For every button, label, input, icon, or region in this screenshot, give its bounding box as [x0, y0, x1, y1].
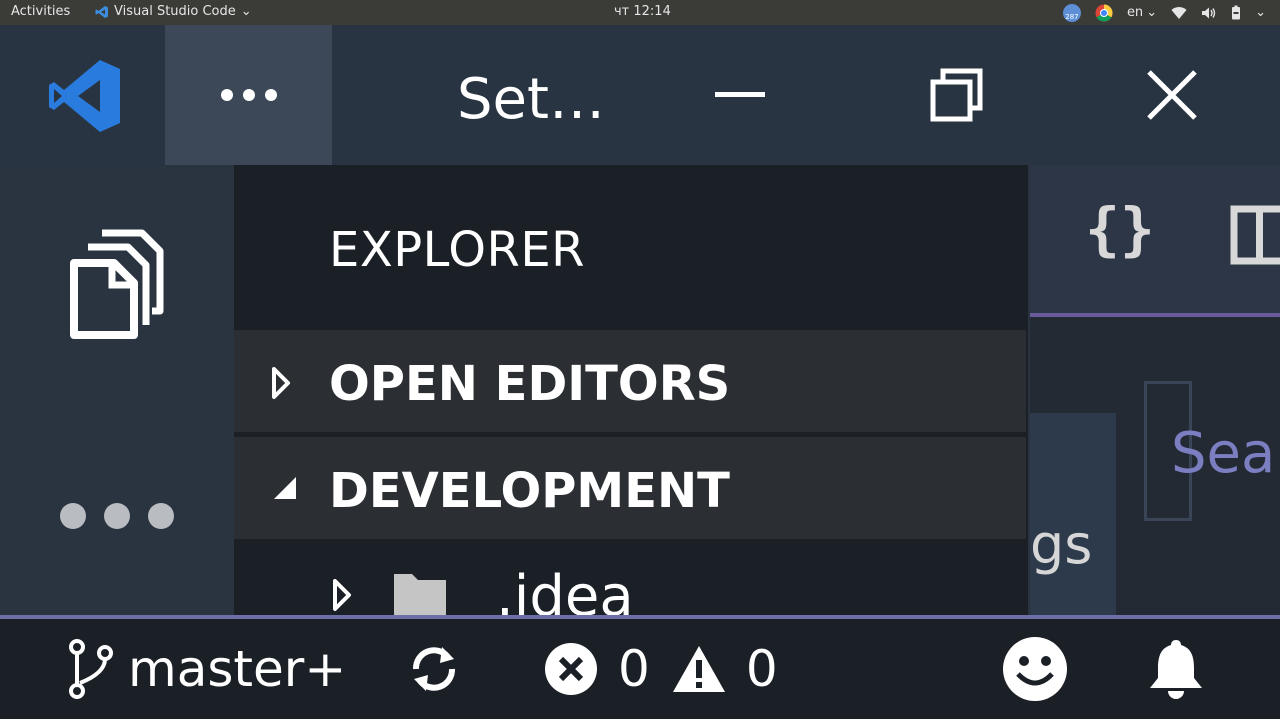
folder-icon [394, 574, 446, 615]
git-branch-label: master+ [128, 640, 347, 698]
vscode-small-icon [95, 5, 108, 18]
restore-icon [930, 68, 983, 122]
git-branch-button[interactable]: master+ [68, 619, 346, 719]
smiley-icon [1003, 637, 1067, 701]
split-editor-icon[interactable] [1230, 205, 1280, 265]
error-count: 0 [618, 640, 650, 698]
warning-icon [672, 646, 725, 692]
clock[interactable]: чт 12:14 [614, 4, 671, 19]
activities-button[interactable]: Activities [11, 4, 70, 19]
chrome-icon[interactable] [1095, 3, 1113, 22]
chevron-expanded-icon [274, 477, 296, 499]
settings-search-placeholder: Sear [1171, 421, 1280, 486]
error-icon [545, 643, 597, 695]
chevron-down-icon: ⌄ [1146, 5, 1158, 20]
section-label: OPEN EDITORS [329, 356, 731, 412]
vscode-logo-icon [49, 60, 120, 132]
language-label: en [1126, 5, 1144, 20]
close-icon [1147, 70, 1197, 120]
explorer-sidebar: EXPLORER OPEN EDITORS DEVELOPMENT .idea [234, 165, 1028, 615]
minimize-button[interactable] [710, 65, 770, 125]
chevron-down-icon: ⌄ [240, 4, 252, 19]
wifi-icon[interactable] [1171, 6, 1187, 20]
window-title: Set… [457, 67, 605, 132]
files-icon[interactable] [68, 229, 164, 341]
app-name: Visual Studio Code [114, 4, 236, 19]
battery-icon[interactable] [1231, 5, 1241, 20]
editor-area: {} gs Sear [1030, 165, 1280, 615]
more-horizontal-icon [220, 89, 277, 101]
activity-bar [0, 165, 234, 615]
more-menu-button[interactable] [165, 25, 332, 165]
status-bar: master+ 0 0 [0, 619, 1280, 719]
problems-button[interactable]: 0 0 [544, 619, 778, 719]
close-button[interactable] [1142, 65, 1202, 125]
system-tray: 287 en ⌄ ⌄ [1062, 2, 1266, 23]
chevron-right-icon [333, 579, 351, 611]
more-icon[interactable] [58, 501, 176, 531]
bell-icon [1150, 640, 1202, 699]
chevron-right-icon [272, 367, 290, 399]
system-top-bar: Activities Visual Studio Code ⌄ чт 12:14… [0, 0, 1280, 25]
feedback-button[interactable] [1002, 619, 1068, 719]
section-development[interactable]: DEVELOPMENT [234, 437, 1026, 539]
notifications-button[interactable] [1146, 619, 1206, 719]
sync-icon [413, 647, 455, 691]
open-settings-json-icon[interactable]: {} [1085, 195, 1155, 263]
editor-tab-bar: {} [1030, 165, 1280, 317]
chevron-down-icon[interactable]: ⌄ [1255, 5, 1266, 20]
settings-tab[interactable]: gs [1030, 413, 1116, 615]
section-open-editors[interactable]: OPEN EDITORS [234, 330, 1026, 432]
section-label: DEVELOPMENT [329, 463, 730, 519]
restore-button[interactable] [926, 65, 986, 125]
tree-item-folder[interactable]: .idea [234, 540, 1028, 615]
git-branch-icon [69, 639, 113, 699]
warning-count: 0 [745, 640, 778, 698]
tree-item-label: .idea [496, 564, 634, 615]
explorer-title: EXPLORER [329, 222, 585, 278]
notification-badge-icon[interactable]: 287 [1062, 3, 1081, 22]
title-bar: Set… [0, 25, 1280, 165]
minimize-icon [715, 92, 765, 97]
volume-icon[interactable] [1201, 6, 1217, 20]
language-selector[interactable]: en ⌄ [1127, 5, 1157, 20]
badge-count: 287 [1065, 12, 1079, 21]
app-menu[interactable]: Visual Studio Code ⌄ [95, 4, 252, 19]
sync-button[interactable] [408, 619, 460, 719]
settings-tab-label: gs [1030, 513, 1093, 576]
